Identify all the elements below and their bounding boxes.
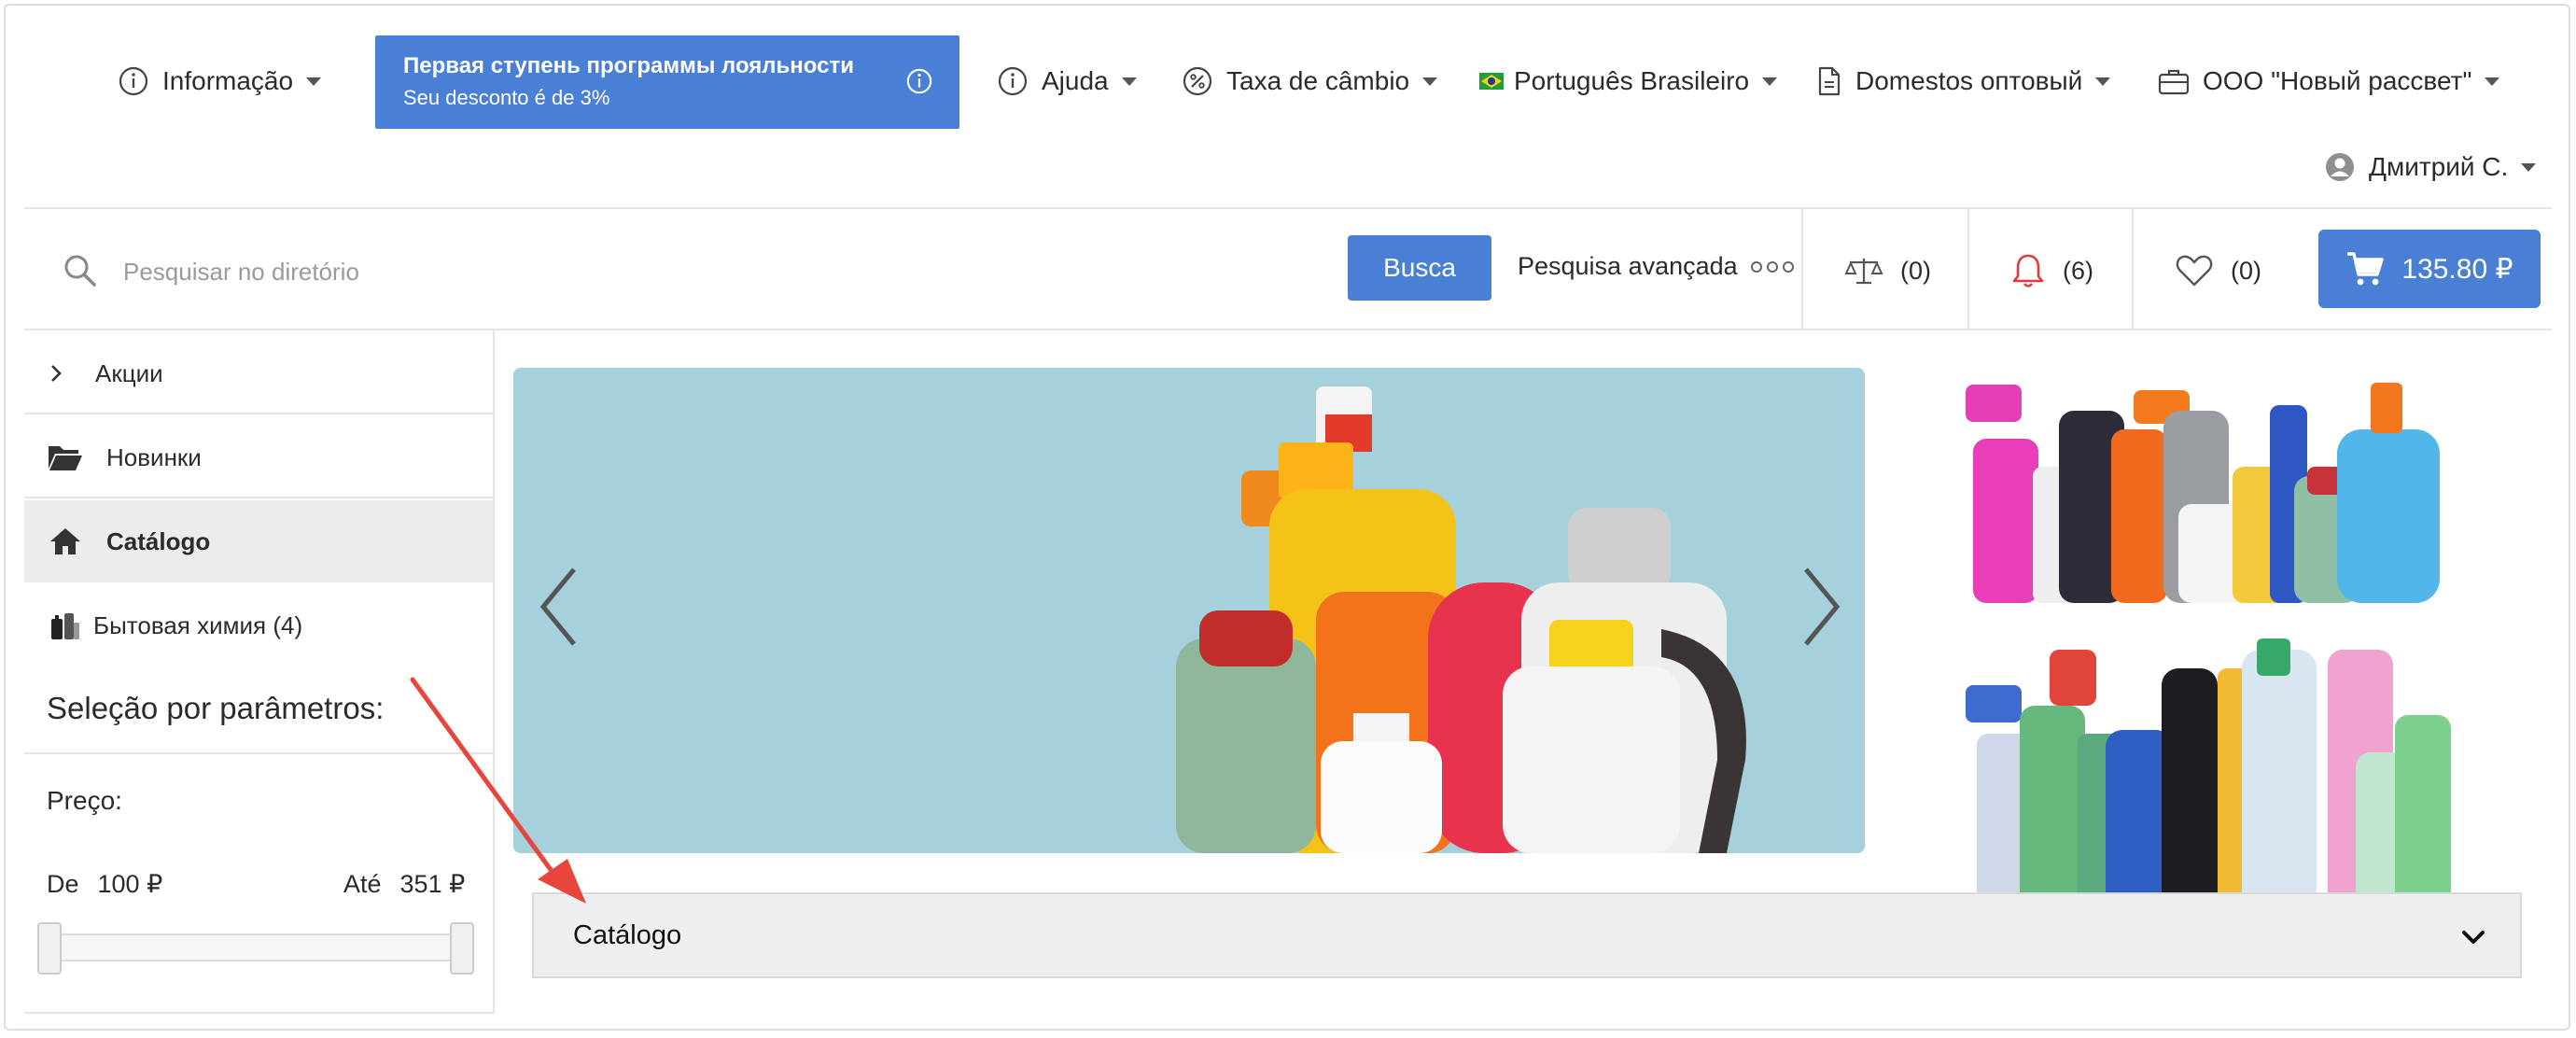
caret-down-icon: [1422, 77, 1438, 86]
price-to: Até 351 ₽: [343, 870, 465, 899]
caret-down-icon: [2095, 77, 2111, 86]
nav-label: Ajuda: [1042, 66, 1109, 95]
document-icon: [1816, 65, 1842, 97]
percent-icon: [1182, 65, 1213, 97]
chevron-right-icon: [47, 357, 65, 390]
loyalty-title: Первая ступень программы лояльности: [403, 53, 854, 78]
compare-counter[interactable]: (0): [1844, 243, 1931, 299]
nav-ajuda[interactable]: Ajuda: [997, 65, 1137, 97]
slider-handle-min[interactable]: [37, 922, 62, 975]
scales-icon: [1844, 259, 1883, 285]
info-icon: [997, 65, 1029, 97]
search-icon: [64, 255, 96, 287]
caret-down-icon: [1762, 77, 1778, 86]
cart-icon: [2347, 252, 2385, 286]
price-to-value[interactable]: 351 ₽: [400, 870, 466, 898]
nav-domestos[interactable]: Domestos оптовый: [1816, 65, 2111, 97]
divider: [24, 413, 493, 414]
cart-total: 135.80 ₽: [2401, 253, 2513, 285]
divider: [24, 752, 493, 754]
divider: [24, 207, 2552, 209]
nav-label: ООО "Новый рассвет": [2203, 66, 2472, 95]
divider: [2132, 209, 2134, 330]
info-icon[interactable]: [905, 67, 933, 95]
nav-taxa-cambio[interactable]: Taxa de câmbio: [1182, 65, 1438, 97]
loyalty-subtitle: Seu desconto é de 3%: [403, 86, 610, 109]
nav-language[interactable]: Português Brasileiro: [1478, 65, 1778, 97]
notifications-counter[interactable]: (6): [2010, 243, 2093, 299]
nav-label: Дмитрий С.: [2369, 152, 2509, 181]
cart-button[interactable]: 135.80 ₽: [2318, 230, 2541, 308]
price-to-label: Até: [343, 870, 382, 898]
params-title: Seleção por parâmetros:: [47, 691, 385, 725]
advanced-search-label: Pesquisa avançada: [1518, 252, 1738, 280]
home-icon: [47, 525, 84, 558]
price-from-label: De: [47, 870, 79, 898]
bell-icon: [2012, 254, 2044, 288]
notifications-count: (6): [2063, 256, 2093, 285]
slider-handle-max[interactable]: [450, 922, 474, 975]
cleaning-products-image: [513, 368, 1865, 853]
loyalty-banner[interactable]: Первая ступень программы лояльности Seu …: [375, 35, 959, 129]
top-navigation: Informação Первая ступень программы лоял…: [0, 0, 2576, 205]
catalog-title: Catálogo: [573, 919, 682, 950]
nav-label: Domestos оптовый: [1855, 66, 2083, 95]
price-from-value[interactable]: 100 ₽: [98, 870, 163, 898]
nav-label: Taxa de câmbio: [1226, 66, 1410, 95]
caret-down-icon: [2485, 77, 2500, 86]
favorites-count: (0): [2231, 256, 2261, 285]
divider: [1967, 209, 1969, 330]
nav-label: Informação: [162, 66, 294, 95]
compare-count: (0): [1900, 256, 1931, 285]
divider: [24, 497, 493, 498]
caret-down-icon: [306, 77, 322, 86]
sidebar-item-bytovaya-himiya[interactable]: Бытовая химия (4): [24, 584, 493, 666]
chevron-down-icon: [2462, 931, 2485, 944]
user-avatar-icon: [2324, 151, 2356, 183]
sidebar-item-label: Catálogo: [106, 526, 211, 555]
category-thumbnail-icon: [49, 609, 82, 642]
sidebar-item-label: Бытовая химия (4): [93, 610, 303, 639]
nav-company[interactable]: ООО "Новый рассвет": [2158, 65, 2500, 97]
nav-label: Português Brasileiro: [1514, 66, 1750, 95]
banner-carousel[interactable]: [513, 368, 1865, 853]
brazil-flag-icon: [1478, 65, 1505, 97]
sidebar-item-catalogo[interactable]: Catálogo: [24, 500, 493, 582]
more-dots-icon: [1750, 260, 1794, 273]
chevron-left-icon[interactable]: [532, 560, 588, 653]
sidebar-item-akcii[interactable]: Акции: [24, 332, 493, 414]
catalog-accordion[interactable]: Catálogo: [532, 892, 2522, 978]
sidebar-item-label: Акции: [95, 358, 163, 387]
cleaning-bottles-image: [1947, 373, 2470, 603]
sidebar-item-novinki[interactable]: Новинки: [24, 416, 493, 498]
search-input[interactable]: [121, 245, 1301, 299]
divider: [1801, 209, 1803, 330]
folder-open-icon: [47, 441, 84, 474]
divider: [24, 1012, 493, 1014]
nav-informacao[interactable]: Informação: [118, 65, 322, 97]
heart-icon: [2176, 255, 2213, 287]
chevron-right-icon[interactable]: [1792, 560, 1848, 653]
nav-user[interactable]: Дмитрий С.: [2324, 151, 2537, 183]
sidebar-item-label: Новинки: [106, 442, 202, 471]
price-from: De 100 ₽: [47, 870, 162, 899]
advanced-search-link[interactable]: Pesquisa avançada: [1518, 252, 1794, 281]
info-icon: [118, 65, 149, 97]
caret-down-icon: [1121, 77, 1137, 86]
briefcase-icon: [2158, 65, 2190, 97]
price-label: Preço:: [47, 786, 122, 815]
favorites-counter[interactable]: (0): [2175, 243, 2261, 299]
side-banner-top[interactable]: [1947, 373, 2470, 603]
search-button[interactable]: Busca: [1348, 235, 1491, 301]
price-range-slider[interactable]: [37, 933, 472, 961]
caret-down-icon: [2521, 162, 2537, 172]
sidebar-divider: [493, 330, 495, 1014]
divider: [24, 329, 2552, 330]
